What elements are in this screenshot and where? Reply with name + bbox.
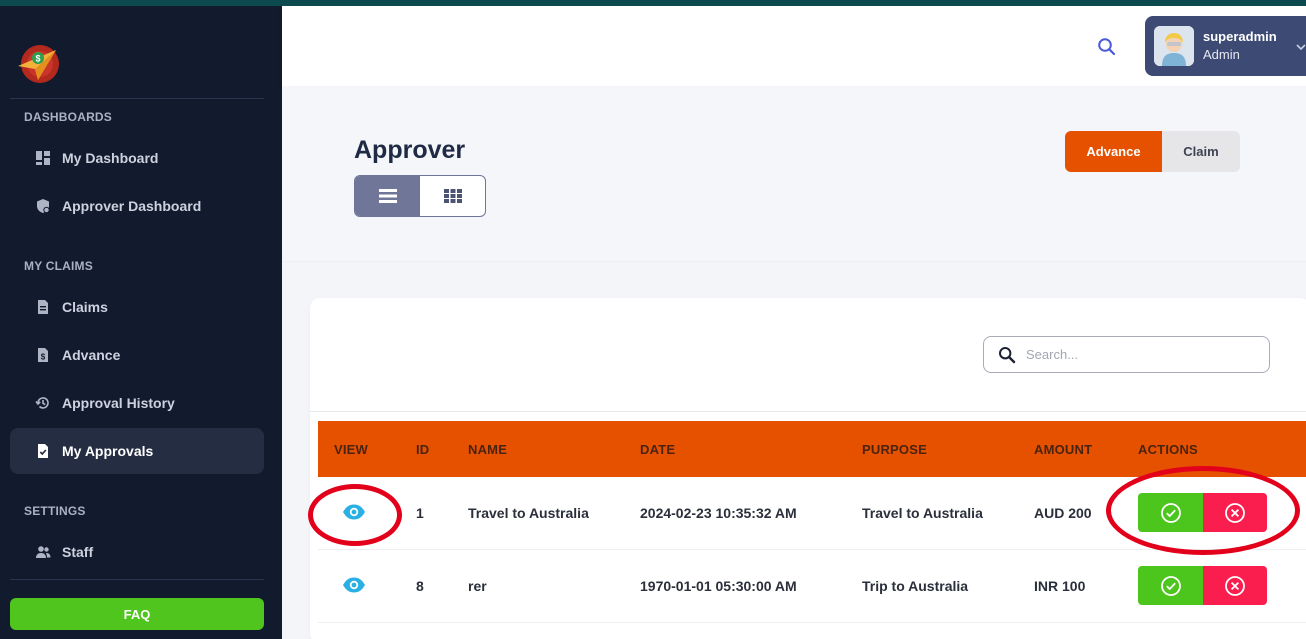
sidebar-item-staff[interactable]: Staff [10, 529, 264, 575]
sidebar: $ DASHBOARDS My Dashboard Approver Dashb… [0, 0, 282, 639]
sidebar-item-label: Staff [62, 544, 94, 560]
eye-icon [343, 577, 365, 593]
sidebar-item-label: My Dashboard [62, 150, 159, 166]
highlight-circle-view [308, 484, 402, 546]
document-icon [34, 298, 52, 316]
cell-amount: AUD 200 [1034, 505, 1092, 521]
highlight-circle-actions [1106, 466, 1300, 555]
svg-text:$: $ [41, 353, 46, 362]
faq-button[interactable]: FAQ [10, 598, 264, 630]
cell-name: Travel to Australia [468, 505, 589, 521]
user-name: superadmin [1203, 29, 1277, 44]
sidebar-section-settings: SETTINGS [24, 504, 86, 518]
sidebar-item-approver-dashboard[interactable]: Approver Dashboard [10, 183, 264, 229]
column-header-date: DATE [640, 442, 676, 457]
app-logo[interactable]: $ [16, 42, 60, 84]
sidebar-item-approval-history[interactable]: Approval History [10, 380, 264, 426]
grid-view-icon [443, 189, 462, 203]
cell-amount: INR 100 [1034, 578, 1086, 594]
tab-claim[interactable]: Claim [1162, 131, 1240, 172]
sidebar-item-claims[interactable]: Claims [10, 284, 264, 330]
money-document-icon: $ [34, 346, 52, 364]
row-actions [1138, 566, 1267, 605]
history-icon [34, 394, 52, 412]
view-toggle [354, 175, 486, 217]
cell-name: rer [468, 578, 487, 594]
column-header-purpose: PURPOSE [862, 442, 927, 457]
reject-button[interactable] [1203, 566, 1267, 605]
column-header-actions: ACTIONS [1138, 442, 1198, 457]
approval-document-icon [34, 442, 52, 460]
view-button[interactable] [342, 576, 366, 599]
table-row: 8 rer 1970-01-01 05:30:00 AM Trip to Aus… [318, 550, 1306, 623]
type-segmented-control: Advance Claim [1065, 131, 1240, 172]
column-header-name: NAME [468, 442, 508, 457]
sidebar-item-label: Claims [62, 299, 108, 315]
cell-purpose: Trip to Australia [862, 578, 969, 594]
dashboard-icon [34, 149, 52, 167]
sidebar-item-label: My Approvals [62, 443, 154, 459]
chevron-down-icon [1295, 40, 1306, 58]
search-icon [999, 346, 1016, 363]
list-view-icon [378, 189, 397, 203]
page-title-band [282, 86, 1306, 262]
svg-text:$: $ [35, 54, 40, 64]
sidebar-section-dashboards: DASHBOARDS [24, 110, 113, 124]
user-role: Admin [1203, 47, 1240, 62]
sidebar-divider [10, 98, 264, 99]
check-circle-icon [1160, 575, 1181, 596]
page-title: Approver [354, 136, 466, 164]
list-view-button[interactable] [355, 176, 420, 216]
top-header: superadmin Admin [282, 6, 1306, 86]
column-header-amount: AMOUNT [1034, 442, 1093, 457]
approver-dashboard-icon [34, 197, 52, 215]
x-circle-icon [1225, 575, 1245, 596]
sidebar-item-my-dashboard[interactable]: My Dashboard [10, 135, 264, 181]
column-header-id: ID [416, 442, 430, 457]
column-header-view: VIEW [334, 442, 369, 457]
avatar [1154, 26, 1194, 66]
approve-button[interactable] [1138, 566, 1203, 605]
sidebar-item-label: Approval History [62, 395, 175, 411]
cell-date: 1970-01-01 05:30:00 AM [640, 578, 797, 594]
user-menu[interactable]: superadmin Admin [1145, 16, 1306, 76]
top-accent-line [0, 0, 1306, 6]
cell-id: 1 [416, 505, 424, 521]
sidebar-item-my-approvals[interactable]: My Approvals [10, 428, 264, 474]
search-input[interactable] [1026, 347, 1246, 362]
sidebar-divider [10, 579, 264, 580]
sidebar-section-my-claims: MY CLAIMS [24, 259, 93, 273]
cell-id: 8 [416, 578, 424, 594]
card-divider [310, 411, 1306, 412]
paper-plane-logo-icon: $ [18, 45, 59, 83]
sidebar-item-advance[interactable]: $ Advance [10, 332, 264, 378]
cell-purpose: Travel to Australia [862, 505, 983, 521]
header-search-button[interactable] [1094, 34, 1120, 60]
table-header: VIEW ID NAME DATE PURPOSE AMOUNT ACTIONS [318, 421, 1306, 477]
cell-date: 2024-02-23 10:35:32 AM [640, 505, 797, 521]
table-search [983, 336, 1270, 373]
search-icon [1098, 38, 1116, 56]
tab-advance[interactable]: Advance [1065, 131, 1162, 172]
users-icon [34, 543, 52, 561]
sidebar-item-label: Advance [62, 347, 121, 363]
grid-view-button[interactable] [420, 176, 485, 216]
sidebar-item-label: Approver Dashboard [62, 198, 202, 214]
